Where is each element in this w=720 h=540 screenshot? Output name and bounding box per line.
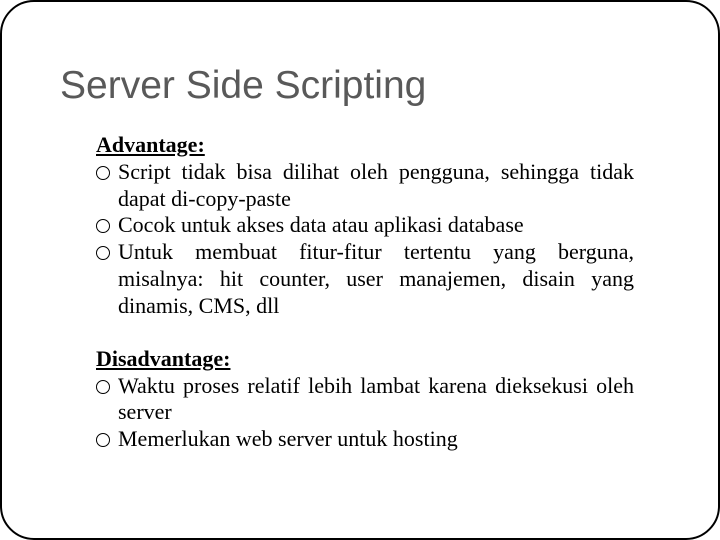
list-item: Memerlukan web server untuk hosting — [96, 426, 634, 453]
page-title: Server Side Scripting — [60, 64, 662, 108]
advantage-list: Script tidak bisa dilihat oleh pengguna,… — [96, 159, 634, 320]
advantage-heading: Advantage: — [96, 132, 634, 159]
section-gap — [96, 320, 634, 346]
content-area: Advantage: Script tidak bisa dilihat ole… — [96, 132, 634, 453]
list-item: Script tidak bisa dilihat oleh pengguna,… — [96, 159, 634, 213]
list-item: Waktu proses relatif lebih lambat karena… — [96, 373, 634, 427]
list-item: Cocok untuk akses data atau aplikasi dat… — [96, 212, 634, 239]
list-item: Untuk membuat fitur-fitur tertentu yang … — [96, 239, 634, 319]
disadvantage-heading: Disadvantage: — [96, 346, 634, 373]
slide-frame: Server Side Scripting Advantage: Script … — [0, 0, 720, 540]
disadvantage-list: Waktu proses relatif lebih lambat karena… — [96, 373, 634, 453]
